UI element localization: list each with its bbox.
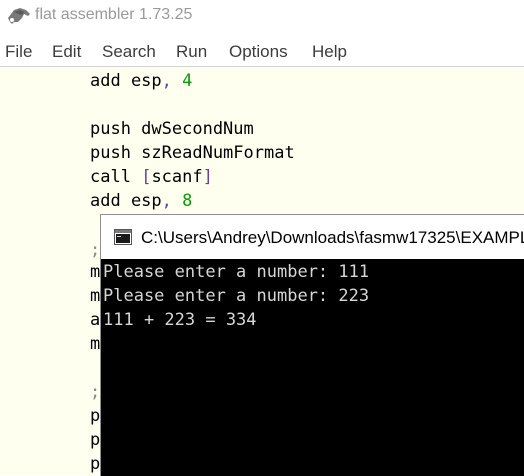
console-line: 111 + 223 = 334: [103, 310, 257, 330]
console-window[interactable]: C:\Users\Andrey\Downloads\fasmw17325\EXA…: [100, 214, 524, 476]
window-title: flat assembler 1.73.25: [35, 6, 193, 23]
menu-options[interactable]: Options: [229, 42, 288, 62]
menu-edit[interactable]: Edit: [52, 42, 81, 62]
code-line: call [scanf]: [90, 167, 213, 187]
code-line: push szReadNumFormat: [90, 143, 295, 163]
title-bar: flat assembler 1.73.25: [0, 0, 524, 34]
console-line: Please enter a number: 223: [103, 286, 370, 306]
console-line: Please enter a number: 111: [103, 262, 370, 282]
menu-run[interactable]: Run: [176, 42, 207, 62]
code-line: push dwSecondNum: [90, 119, 254, 139]
console-title: C:\Users\Andrey\Downloads\fasmw17325\EXA…: [141, 228, 524, 247]
menu-bar: File Edit Search Run Options Help: [0, 38, 524, 66]
menu-file[interactable]: File: [5, 42, 32, 62]
code-line: add esp, 4: [90, 71, 193, 91]
console-app-icon: [114, 229, 132, 245]
code-line: add esp, 8: [90, 191, 193, 211]
console-title-bar[interactable]: C:\Users\Andrey\Downloads\fasmw17325\EXA…: [101, 215, 524, 259]
menu-search[interactable]: Search: [102, 42, 156, 62]
console-output[interactable]: Please enter a number: 111 Please enter …: [101, 259, 524, 476]
menu-help[interactable]: Help: [312, 42, 347, 62]
fasm-app-icon: [8, 8, 30, 24]
